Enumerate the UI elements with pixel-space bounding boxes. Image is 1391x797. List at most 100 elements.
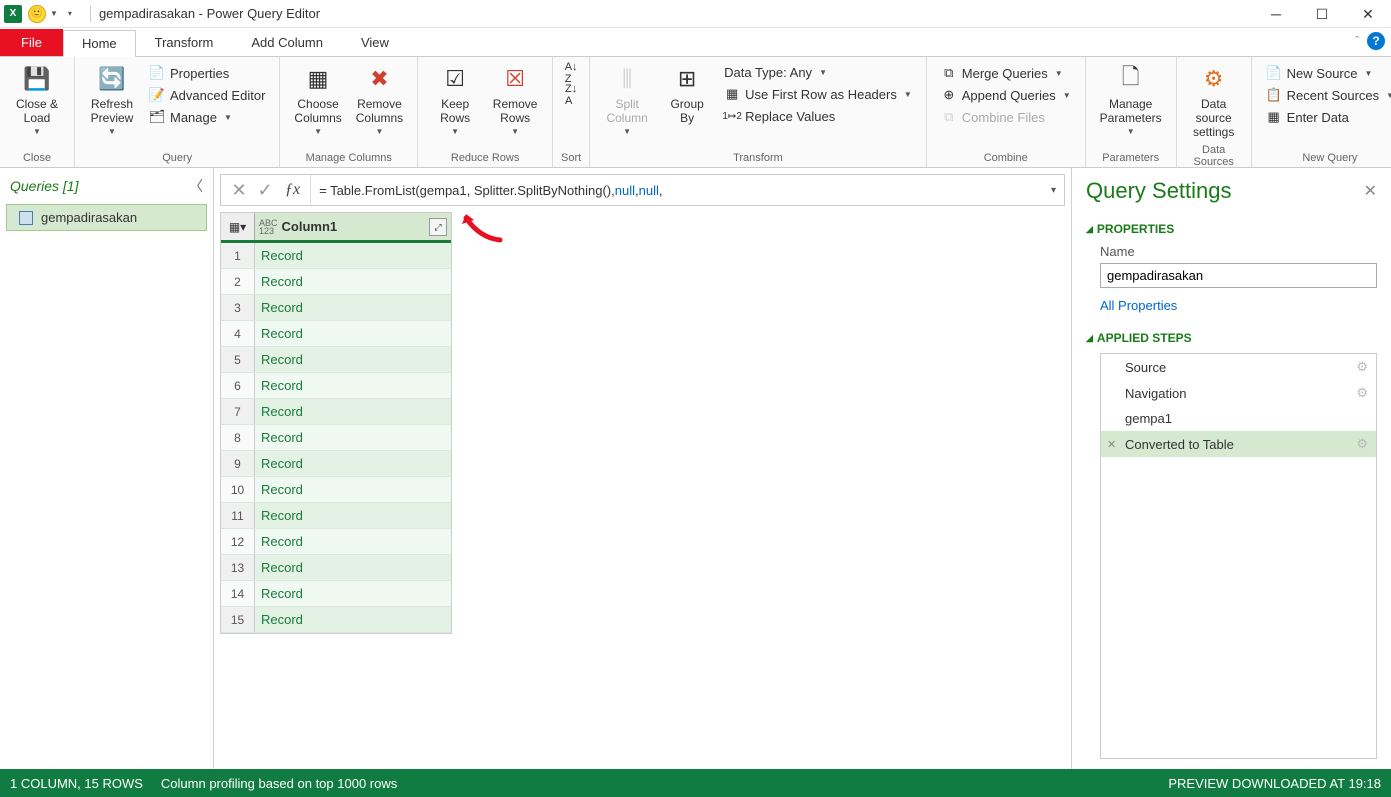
file-tab[interactable]: File [0, 29, 63, 56]
home-tab[interactable]: Home [63, 30, 136, 57]
remove-columns-button[interactable]: ✖ Remove Columns▼ [352, 61, 407, 138]
column-header[interactable]: ABC 123 Column1 ⤢ [255, 213, 451, 240]
expand-formula-icon[interactable]: ▾ [1051, 185, 1056, 196]
applied-step[interactable]: ✕Converted to Table⚙ [1101, 431, 1376, 457]
data-type-button[interactable]: Data Type: Any▼ [720, 63, 916, 82]
table-row[interactable]: 15Record [221, 607, 451, 633]
step-gear-icon[interactable]: ⚙ [1356, 359, 1368, 375]
fx-icon[interactable]: ƒx [281, 181, 304, 199]
first-row-headers-button[interactable]: ▦Use First Row as Headers▼ [720, 84, 916, 104]
cell[interactable]: Record [255, 425, 451, 450]
status-profiling[interactable]: Column profiling based on top 1000 rows [161, 776, 397, 791]
table-row[interactable]: 5Record [221, 347, 451, 373]
query-name-input[interactable] [1100, 263, 1377, 288]
cell[interactable]: Record [255, 529, 451, 554]
manage-parameters-button[interactable]: 🗋 Manage Parameters▼ [1096, 61, 1166, 138]
cell[interactable]: Record [255, 295, 451, 320]
qat-dropdown-icon[interactable]: ▼ [50, 9, 58, 18]
properties-section[interactable]: ◢PROPERTIES [1086, 222, 1377, 236]
delete-step-icon[interactable]: ✕ [1107, 438, 1116, 451]
row-number[interactable]: 12 [221, 529, 255, 554]
table-row[interactable]: 2Record [221, 269, 451, 295]
table-row[interactable]: 3Record [221, 295, 451, 321]
sort-asc-button[interactable]: A↓Z [559, 63, 583, 83]
manage-button[interactable]: 🗂Manage▼ [145, 107, 269, 127]
table-row[interactable]: 9Record [221, 451, 451, 477]
row-number[interactable]: 3 [221, 295, 255, 320]
table-row[interactable]: 6Record [221, 373, 451, 399]
expand-column-button[interactable]: ⤢ [429, 218, 447, 236]
face-icon[interactable]: 🙂 [28, 5, 46, 23]
minimize-button[interactable]: ─ [1253, 0, 1299, 28]
data-source-settings-button[interactable]: ⚙ Data source settings [1187, 61, 1241, 141]
row-number[interactable]: 10 [221, 477, 255, 502]
query-item[interactable]: gempadirasakan [6, 204, 207, 231]
add-column-tab[interactable]: Add Column [232, 29, 342, 56]
replace-values-button[interactable]: 1↦2Replace Values [720, 106, 916, 126]
cell[interactable]: Record [255, 477, 451, 502]
row-number[interactable]: 1 [221, 243, 255, 268]
select-all-corner[interactable]: ▦▾ [221, 213, 255, 240]
properties-button[interactable]: 📄Properties [145, 63, 269, 83]
close-button[interactable]: ✕ [1345, 0, 1391, 28]
row-number[interactable]: 7 [221, 399, 255, 424]
step-gear-icon[interactable]: ⚙ [1356, 436, 1368, 452]
row-number[interactable]: 5 [221, 347, 255, 372]
table-row[interactable]: 4Record [221, 321, 451, 347]
keep-rows-button[interactable]: ☑ Keep Rows▼ [428, 61, 482, 138]
table-row[interactable]: 10Record [221, 477, 451, 503]
enter-data-button[interactable]: ▦Enter Data [1262, 107, 1391, 127]
transform-tab[interactable]: Transform [136, 29, 233, 56]
recent-sources-button[interactable]: 📋Recent Sources▼ [1262, 85, 1391, 105]
help-icon[interactable]: ? [1367, 32, 1385, 50]
close-settings-icon[interactable]: ✕ [1364, 181, 1377, 201]
cell[interactable]: Record [255, 347, 451, 372]
new-source-button[interactable]: 📄New Source▼ [1262, 63, 1391, 83]
row-number[interactable]: 14 [221, 581, 255, 606]
append-queries-button[interactable]: ⊕Append Queries▼ [937, 85, 1075, 105]
cell[interactable]: Record [255, 451, 451, 476]
commit-formula-icon[interactable]: ✓ [255, 180, 275, 201]
row-number[interactable]: 8 [221, 425, 255, 450]
applied-step[interactable]: Navigation⚙ [1101, 380, 1376, 406]
view-tab[interactable]: View [342, 29, 408, 56]
cell[interactable]: Record [255, 607, 451, 632]
table-row[interactable]: 11Record [221, 503, 451, 529]
refresh-preview-button[interactable]: 🔄 Refresh Preview ▼ [85, 61, 139, 138]
table-row[interactable]: 1Record [221, 243, 451, 269]
formula-text[interactable]: = Table.FromList(gempa1, Splitter.SplitB… [310, 175, 1045, 205]
table-row[interactable]: 12Record [221, 529, 451, 555]
collapse-ribbon-icon[interactable]: ˆ [1355, 35, 1359, 47]
maximize-button[interactable]: ☐ [1299, 0, 1345, 28]
advanced-editor-button[interactable]: 📝Advanced Editor [145, 85, 269, 105]
cell[interactable]: Record [255, 555, 451, 580]
cell[interactable]: Record [255, 581, 451, 606]
qat-overflow-icon[interactable]: ▾ [68, 9, 72, 18]
row-number[interactable]: 2 [221, 269, 255, 294]
row-number[interactable]: 6 [221, 373, 255, 398]
table-row[interactable]: 14Record [221, 581, 451, 607]
row-number[interactable]: 11 [221, 503, 255, 528]
cell[interactable]: Record [255, 373, 451, 398]
applied-step[interactable]: gempa1 [1101, 406, 1376, 431]
remove-rows-button[interactable]: ☒ Remove Rows▼ [488, 61, 542, 138]
step-gear-icon[interactable]: ⚙ [1356, 385, 1368, 401]
cell[interactable]: Record [255, 243, 451, 268]
cell[interactable]: Record [255, 503, 451, 528]
choose-columns-button[interactable]: ▦ Choose Columns▼ [290, 61, 345, 138]
close-and-load-button[interactable]: 💾 Close & Load ▼ [10, 61, 64, 138]
cell[interactable]: Record [255, 269, 451, 294]
applied-step[interactable]: Source⚙ [1101, 354, 1376, 380]
row-number[interactable]: 13 [221, 555, 255, 580]
table-row[interactable]: 13Record [221, 555, 451, 581]
cancel-formula-icon[interactable]: ✕ [229, 180, 249, 201]
cell[interactable]: Record [255, 321, 451, 346]
all-properties-link[interactable]: All Properties [1086, 298, 1377, 313]
applied-steps-section[interactable]: ◢APPLIED STEPS [1086, 331, 1377, 345]
group-by-button[interactable]: ⊞ Group By [660, 61, 714, 127]
cell[interactable]: Record [255, 399, 451, 424]
sort-desc-button[interactable]: Z↓A [559, 85, 583, 105]
row-number[interactable]: 4 [221, 321, 255, 346]
row-number[interactable]: 9 [221, 451, 255, 476]
table-row[interactable]: 8Record [221, 425, 451, 451]
